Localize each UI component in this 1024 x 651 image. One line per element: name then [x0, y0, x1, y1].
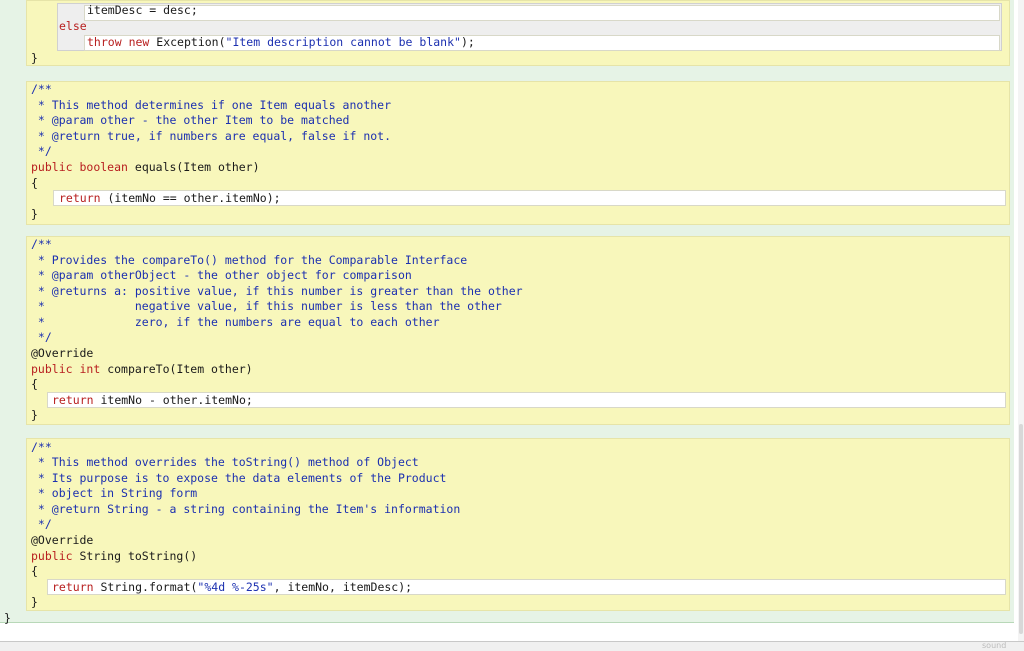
closing-brace: }	[31, 51, 38, 65]
code-text: equals(Item other)	[134, 160, 260, 174]
method-signature: public int compareTo(Item other)	[31, 362, 253, 377]
scope-block-toString: /** * This method overrides the toString…	[26, 438, 1010, 611]
doc-comment-line: * This method overrides the toString() m…	[31, 455, 419, 469]
code-line: itemDesc = desc;	[87, 3, 198, 18]
method-signature: public boolean equals(Item other)	[31, 160, 260, 175]
keyword: return	[52, 580, 94, 594]
doc-comment-line: /**	[31, 82, 52, 96]
doc-comment-line: * @returns a: positive value, if this nu…	[31, 284, 523, 298]
doc-comment-line: * @param otherObject - the other object …	[31, 268, 412, 282]
string-literal: "Item description cannot be blank"	[225, 35, 461, 49]
class-closing-brace: }	[4, 611, 11, 625]
doc-comment-line: * @return true, if numbers are equal, fa…	[31, 129, 392, 143]
code-text: );	[460, 35, 475, 49]
status-text: sound	[982, 641, 1007, 650]
code-text: (itemNo == other.itemNo);	[107, 191, 281, 205]
closing-brace: }	[31, 408, 38, 422]
code-line: throw new Exception("Item description ca…	[87, 35, 475, 50]
opening-brace: {	[31, 564, 38, 578]
statement-scope	[84, 5, 1000, 21]
code-line: return (itemNo == other.itemNo);	[59, 191, 281, 206]
keyword: public	[31, 362, 73, 376]
keyword: new	[128, 35, 150, 49]
keyword: return	[52, 393, 94, 407]
keyword: int	[79, 362, 101, 376]
doc-comment-line: * Its purpose is to expose the data elem…	[31, 471, 447, 485]
code-editor[interactable]: itemDesc = desc; else throw new Exceptio…	[0, 0, 1019, 641]
doc-comment-line: * Provides the compareTo() method for th…	[31, 253, 468, 267]
keyword: else	[59, 19, 87, 33]
doc-comment-line: * negative value, if this number is less…	[31, 299, 502, 313]
doc-comment-line: */	[31, 144, 52, 158]
code-text: compareTo(Item other)	[107, 362, 253, 376]
code-text: Exception(	[156, 35, 226, 49]
opening-brace: {	[31, 176, 38, 190]
doc-comment-line: * @return String - a string containing t…	[31, 502, 461, 516]
scope-block-setter: itemDesc = desc; else throw new Exceptio…	[26, 0, 1010, 66]
method-signature: public String toString()	[31, 549, 197, 564]
doc-comment-line: * zero, if the numbers are equal to each…	[31, 315, 440, 329]
code-line: return itemNo - other.itemNo;	[52, 393, 253, 408]
keyword: return	[59, 191, 101, 205]
code-line: else	[59, 19, 87, 34]
closing-brace: }	[31, 207, 38, 221]
code-text: String toString()	[79, 549, 198, 563]
code-text: , itemNo, itemDesc);	[273, 580, 413, 594]
keyword: public	[31, 549, 73, 563]
doc-comment-line: /**	[31, 237, 52, 251]
doc-comment-line: */	[31, 330, 52, 344]
string-literal: "%4d %-25s"	[197, 580, 274, 594]
scrollbar-thumb[interactable]	[1019, 424, 1023, 634]
doc-comment-line: /**	[31, 440, 52, 454]
code-text: itemDesc = desc;	[87, 3, 198, 17]
code-line: return String.format("%4d %-25s", itemNo…	[52, 580, 412, 595]
keyword: boolean	[79, 160, 128, 174]
opening-brace: {	[31, 377, 38, 391]
annotation: @Override	[31, 346, 94, 360]
scope-block-equals: /** * This method determines if one Item…	[26, 81, 1010, 225]
keyword: throw	[87, 35, 122, 49]
code-text: itemNo - other.itemNo;	[100, 393, 253, 407]
doc-comment-line: * object in String form	[31, 486, 198, 500]
annotation: @Override	[31, 533, 94, 547]
code-text: String.format(	[100, 580, 198, 594]
doc-comment-line: * This method determines if one Item equ…	[31, 98, 392, 112]
scope-block-compareTo: /** * Provides the compareTo() method fo…	[26, 236, 1010, 425]
class-body-scope: itemDesc = desc; else throw new Exceptio…	[0, 0, 1014, 623]
doc-comment-line: * @param other - the other Item to be ma…	[31, 113, 350, 127]
doc-comment-line: */	[31, 517, 52, 531]
closing-brace: }	[31, 595, 38, 609]
keyword: public	[31, 160, 73, 174]
